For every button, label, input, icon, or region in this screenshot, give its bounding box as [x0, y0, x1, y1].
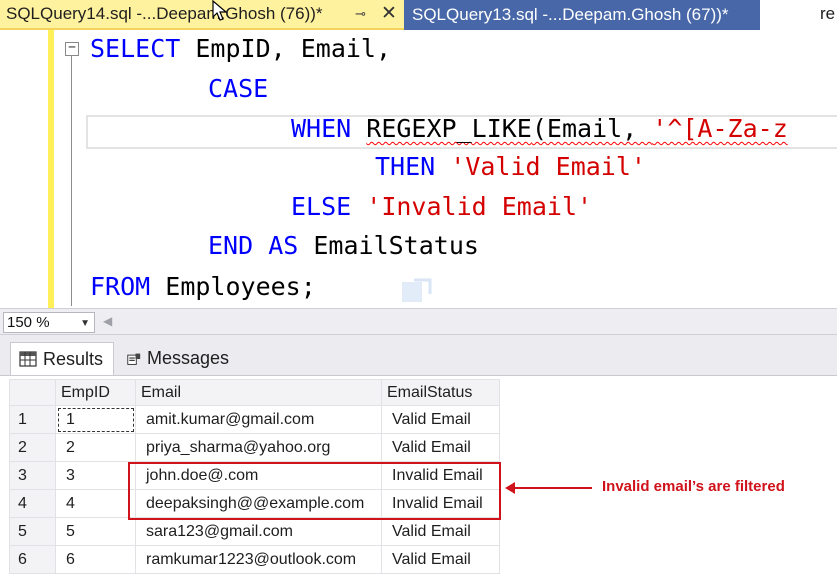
row-number[interactable]: 4	[9, 489, 56, 518]
keyword: THEN	[375, 152, 436, 181]
column-header-email[interactable]: Email	[135, 379, 382, 406]
tab-sqlquery14[interactable]: SQLQuery14.sql -...Deepam.Ghosh (76))* ⊸…	[0, 0, 404, 30]
code-text: EmailStatus	[298, 231, 479, 260]
cell-email[interactable]: ramkumar1223@outlook.com	[135, 545, 382, 574]
change-marker-bar	[48, 30, 54, 308]
cell-empid[interactable]: 6	[55, 545, 136, 574]
column-header-emailstatus[interactable]: EmailStatus	[381, 379, 500, 406]
tab-messages[interactable]: Messages	[119, 342, 237, 375]
code-line-4[interactable]: THEN 'Valid Email'	[375, 152, 646, 182]
code-text: Employees;	[150, 272, 316, 301]
tab-results[interactable]: Results	[10, 342, 114, 375]
cell-empid[interactable]: 3	[55, 461, 136, 490]
cell-status[interactable]: Valid Email	[381, 545, 500, 574]
cell-empid[interactable]: 2	[55, 433, 136, 462]
tab-label: Results	[43, 348, 104, 369]
watermark-icon	[402, 278, 432, 302]
keyword: WHEN	[291, 114, 352, 143]
document-tab-strip: SQLQuery14.sql -...Deepam.Ghosh (76))* ⊸…	[0, 0, 837, 30]
row-number[interactable]: 1	[9, 405, 56, 434]
tab-overflow[interactable]: re	[820, 4, 835, 24]
cell-email[interactable]: amit.kumar@gmail.com	[135, 405, 382, 434]
keyword: ELSE	[291, 192, 352, 221]
collapse-icon[interactable]: −	[65, 41, 79, 56]
cell-email[interactable]: priya_sharma@yahoo.org	[135, 433, 382, 462]
outline-guide	[71, 56, 72, 306]
tab-label: Messages	[146, 348, 229, 368]
keyword: FROM	[90, 272, 151, 301]
zoom-bar: 150 % ▼ ◀	[0, 308, 837, 335]
string-literal: '^[A-Za-z	[652, 114, 788, 143]
tab-title: SQLQuery14.sql -...Deepam.Ghosh (76))*	[6, 4, 323, 23]
tab-title: SQLQuery13.sql -...Deepam.Ghosh (67))*	[412, 5, 729, 24]
code-line-6[interactable]: END AS EmailStatus	[208, 231, 479, 261]
close-icon[interactable]: ✕	[381, 2, 397, 25]
messages-icon	[127, 353, 141, 365]
code-text: (Email,	[531, 114, 653, 143]
cell-empid[interactable]: 1	[55, 405, 136, 434]
table-row[interactable]: 6 6 ramkumar1223@outlook.com Valid Email	[9, 545, 500, 574]
zoom-select[interactable]: 150 % ▼	[3, 312, 95, 333]
cell-empid[interactable]: 5	[55, 517, 136, 546]
zoom-value: 150 %	[7, 314, 50, 331]
code-line-3[interactable]: WHEN REGEXP_LIKE(Email, '^[A-Za-z	[291, 114, 788, 144]
code-line-7[interactable]: FROM Employees;	[90, 272, 316, 302]
cell-empid[interactable]: 4	[55, 489, 136, 518]
function-name: REGEXP_LIKE	[366, 114, 532, 143]
row-number[interactable]: 6	[9, 545, 56, 574]
result-tab-strip: Results Messages	[0, 335, 837, 375]
query-editor[interactable]: − SELECT EmpID, Email, CASE WHEN REGEXP_…	[0, 30, 837, 308]
annotation-text: Invalid email’s are filtered	[602, 478, 785, 495]
code-line-5[interactable]: ELSE 'Invalid Email'	[291, 192, 592, 222]
string-literal: 'Valid Email'	[450, 152, 646, 181]
scroll-left-arrow-icon[interactable]: ◀	[103, 314, 112, 328]
row-number[interactable]: 5	[9, 517, 56, 546]
cell-status[interactable]: Valid Email	[381, 433, 500, 462]
cell-status[interactable]: Valid Email	[381, 517, 500, 546]
keyword: CASE	[208, 74, 269, 103]
row-number[interactable]: 3	[9, 461, 56, 490]
chevron-down-icon: ▼	[80, 318, 90, 329]
row-number[interactable]: 2	[9, 433, 56, 462]
corner-cell[interactable]	[9, 379, 56, 406]
cell-email[interactable]: sara123@gmail.com	[135, 517, 382, 546]
annotation-arrow	[512, 487, 592, 489]
tab-sqlquery13[interactable]: SQLQuery13.sql -...Deepam.Ghosh (67))*	[404, 0, 760, 30]
header-row: EmpID Email EmailStatus	[9, 379, 500, 406]
keyword: END AS	[208, 231, 299, 260]
cell-status[interactable]: Valid Email	[381, 405, 500, 434]
invalid-rows-highlight	[128, 462, 501, 520]
column-header-empid[interactable]: EmpID	[55, 379, 136, 406]
table-row[interactable]: 5 5 sara123@gmail.com Valid Email	[9, 517, 500, 546]
code-line-2[interactable]: CASE	[208, 74, 268, 104]
pin-icon[interactable]: ⊸	[355, 6, 366, 22]
keyword: SELECT	[90, 34, 181, 63]
code-text: EmpID, Email,	[180, 34, 392, 63]
table-row[interactable]: 1 1 amit.kumar@gmail.com Valid Email	[9, 405, 500, 434]
code-line-1[interactable]: SELECT EmpID, Email,	[90, 34, 391, 64]
table-row[interactable]: 2 2 priya_sharma@yahoo.org Valid Email	[9, 433, 500, 462]
results-grid-icon	[19, 351, 37, 367]
mouse-cursor-icon	[212, 0, 228, 21]
string-literal: 'Invalid Email'	[366, 192, 593, 221]
